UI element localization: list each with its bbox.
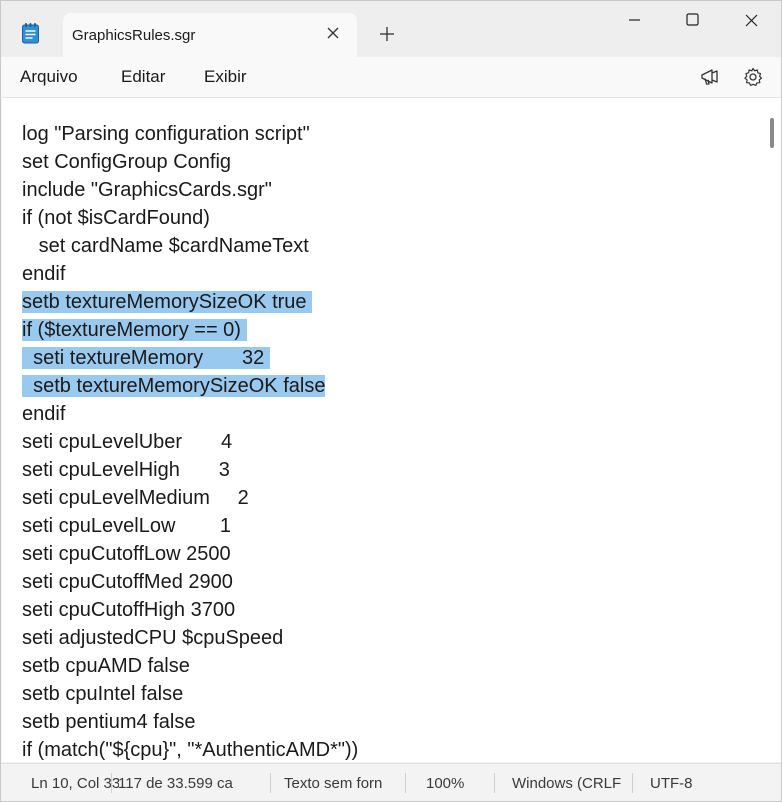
line-text: setb cpuIntel false: [22, 683, 184, 705]
editor-line: seti cpuLevelMedium 2: [22, 484, 358, 512]
editor-line: if (match("${cpu}", "*AuthenticAMD*")): [22, 736, 358, 762]
line-text: log "Parsing configuration script": [22, 123, 310, 145]
minimize-icon[interactable]: [605, 1, 663, 41]
status-divider: [405, 773, 406, 793]
tab-close-icon[interactable]: [325, 25, 341, 41]
close-window-icon[interactable]: [721, 1, 779, 41]
editor-line: if (not $isCardFound): [22, 204, 358, 232]
line-text: include "GraphicsCards.sgr": [22, 179, 272, 201]
editor-line: setb cpuIntel false: [22, 680, 358, 708]
menu-editar[interactable]: Editar: [121, 67, 165, 87]
editor-line: include "GraphicsCards.sgr": [22, 176, 358, 204]
status-divider: [632, 773, 633, 793]
new-tab-plus-icon[interactable]: [378, 25, 396, 43]
tab-graphicsrules[interactable]: GraphicsRules.sgr: [63, 13, 357, 57]
status-zoom[interactable]: 100%: [426, 775, 486, 792]
line-text: seti adjustedCPU $cpuSpeed: [22, 627, 284, 649]
line-text: seti cpuLevelMedium 2: [22, 487, 249, 509]
menu-bar: Arquivo Editar Exibir: [1, 57, 781, 97]
megaphone-icon[interactable]: [699, 66, 721, 88]
line-text: setb cpuAMD false: [22, 655, 190, 677]
editor-line: seti cpuLevelUber 4: [22, 428, 358, 456]
line-text: seti cpuCutoffMed 2900: [22, 571, 233, 593]
editor-line: seti textureMemory 32: [22, 344, 358, 372]
status-cursor-position: Ln 10, Col 33: [31, 775, 119, 792]
tab-title: GraphicsRules.sgr: [72, 27, 196, 44]
editor-lines: log "Parsing configuration script" set Co…: [22, 120, 358, 762]
status-text-format[interactable]: Texto sem forn: [284, 775, 394, 792]
line-text: seti cpuCutoffLow 2500: [22, 543, 231, 565]
editor-line: endif: [22, 260, 358, 288]
vertical-scrollbar[interactable]: [770, 118, 774, 148]
line-text: endif: [22, 263, 66, 285]
notepad-app-icon: [22, 23, 39, 44]
editor-line: seti cpuLevelHigh 3: [22, 456, 358, 484]
editor-line: setb cpuAMD false: [22, 652, 358, 680]
editor-line: if ($textureMemory == 0): [22, 316, 358, 344]
line-text: seti cpuCutoffHigh 3700: [22, 599, 236, 621]
text-editor[interactable]: log "Parsing configuration script" set Co…: [2, 97, 781, 762]
maximize-icon[interactable]: [663, 1, 721, 41]
editor-line: setb textureMemorySizeOK true: [22, 288, 358, 316]
line-text: set cardName $cardNameText: [22, 235, 309, 257]
selected-text: seti textureMemory 32: [22, 347, 270, 369]
selected-text: setb textureMemorySizeOK true: [22, 291, 313, 313]
status-divider: [270, 773, 271, 793]
line-text: set ConfigGroup Config: [22, 151, 232, 173]
line-text: if (not $isCardFound): [22, 207, 210, 229]
status-divider: [111, 773, 112, 793]
gear-icon[interactable]: [742, 66, 764, 88]
line-text: setb pentium4 false: [22, 711, 196, 733]
line-text: seti cpuLevelLow 1: [22, 515, 232, 537]
selected-text: if ($textureMemory == 0): [22, 319, 247, 341]
editor-line: log "Parsing configuration script": [22, 120, 358, 148]
status-bar: Ln 10, Col 33 117 de 33.599 ca Texto sem…: [1, 763, 781, 801]
line-text: if (match("${cpu}", "*AuthenticAMD*")): [22, 739, 359, 761]
line-text: seti cpuLevelUber 4: [22, 431, 233, 453]
editor-line: setb pentium4 false: [22, 708, 358, 736]
editor-line: set cardName $cardNameText: [22, 232, 358, 260]
status-line-ending[interactable]: Windows (CRLF: [512, 775, 624, 792]
status-encoding[interactable]: UTF-8: [650, 775, 710, 792]
editor-line: seti cpuCutoffHigh 3700: [22, 596, 358, 624]
menu-exibir[interactable]: Exibir: [204, 67, 247, 87]
editor-line: seti cpuCutoffMed 2900: [22, 568, 358, 596]
line-text: endif: [22, 403, 66, 425]
title-bar: GraphicsRules.sgr: [1, 1, 781, 57]
editor-line: set ConfigGroup Config: [22, 148, 358, 176]
status-divider: [494, 773, 495, 793]
selected-text: setb textureMemorySizeOK false: [22, 375, 326, 397]
editor-line: seti adjustedCPU $cpuSpeed: [22, 624, 358, 652]
line-text: seti cpuLevelHigh 3: [22, 459, 230, 481]
editor-line: setb textureMemorySizeOK false: [22, 372, 358, 400]
editor-line: endif: [22, 400, 358, 428]
status-character-count: 117 de 33.599 ca: [118, 775, 233, 792]
notepad-window: GraphicsRules.sgr Arquivo Editar Exibir: [0, 0, 782, 802]
menu-arquivo[interactable]: Arquivo: [20, 67, 78, 87]
editor-line: seti cpuLevelLow 1: [22, 512, 358, 540]
editor-line: seti cpuCutoffLow 2500: [22, 540, 358, 568]
